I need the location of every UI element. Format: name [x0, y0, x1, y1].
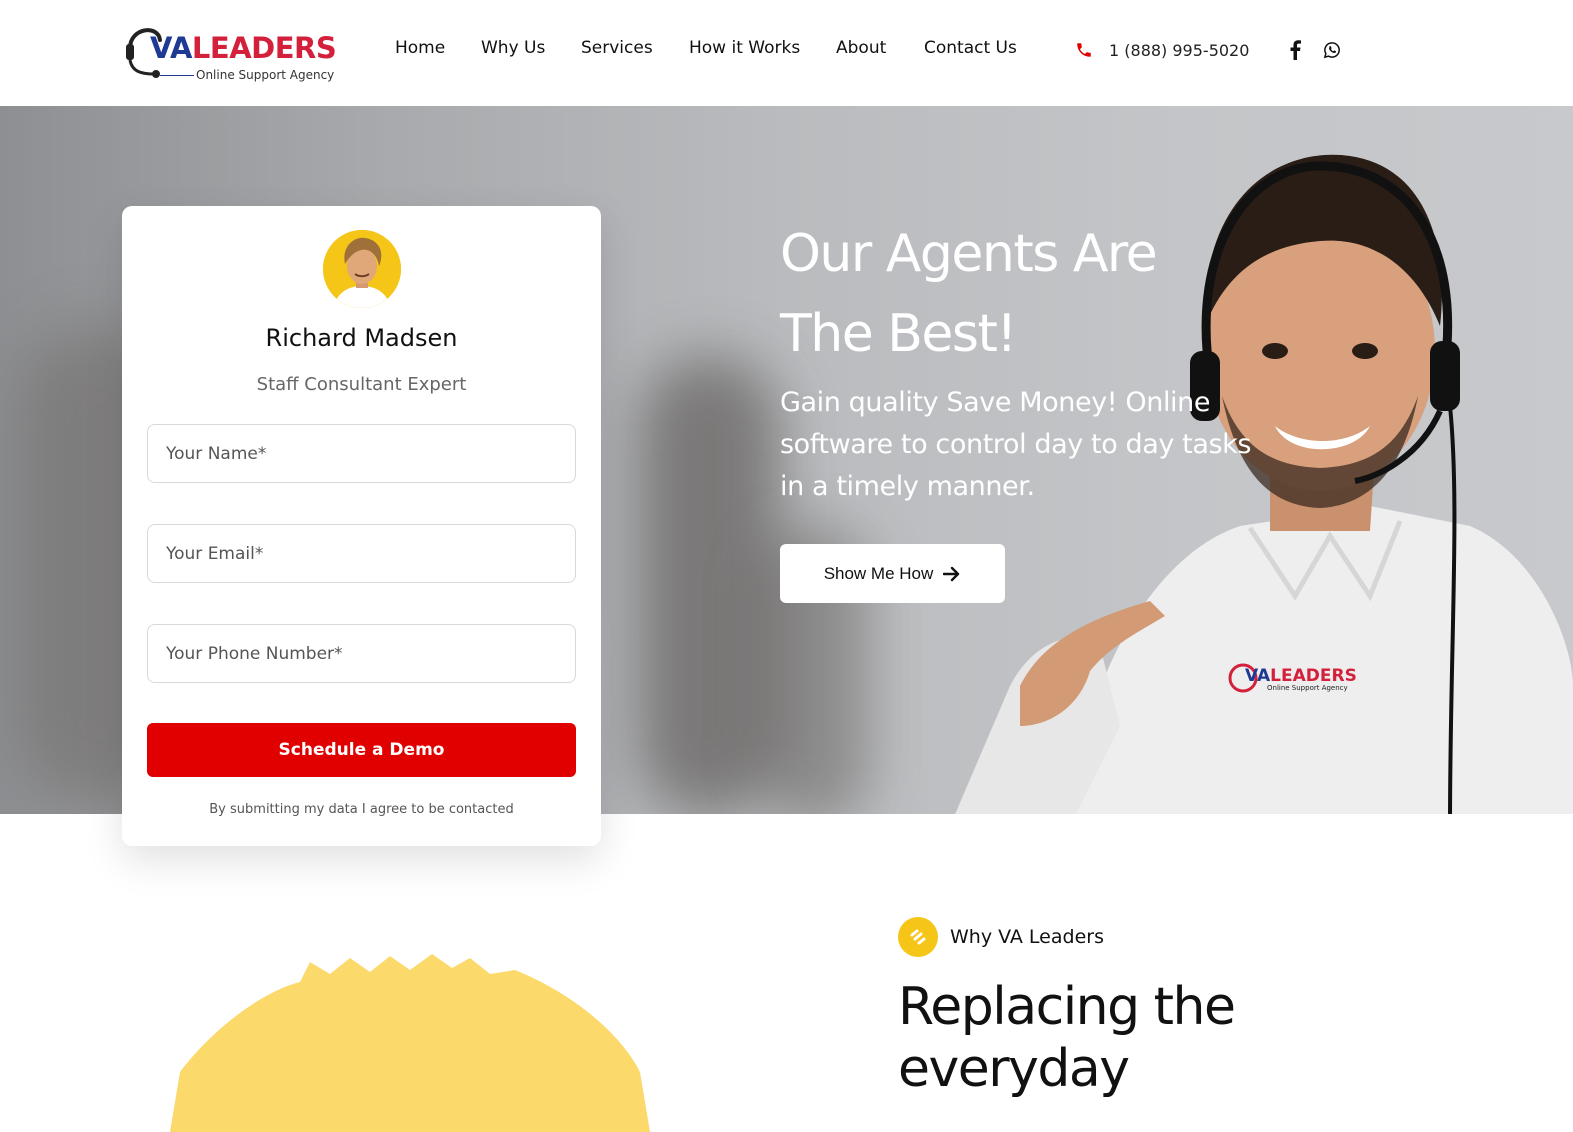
- shirt-logo-va: VA: [1245, 666, 1271, 686]
- background-blurred-figure: [640, 356, 780, 814]
- consultant-photo: [323, 230, 401, 308]
- decorative-yellow-blob: [170, 954, 650, 1132]
- facebook-link[interactable]: [1284, 39, 1306, 61]
- consultant-role: Staff Consultant Expert: [256, 374, 467, 395]
- hero-title-line-2: The Best!: [780, 304, 1017, 364]
- arrow-right-icon: [943, 566, 960, 581]
- why-section-title: Replacing the everyday: [898, 977, 1236, 1099]
- nav-home[interactable]: Home: [395, 38, 445, 58]
- header-phone[interactable]: 1 (888) 995-5020: [1075, 39, 1249, 61]
- consultant-avatar: [323, 230, 401, 308]
- brand-logo[interactable]: VALEADERS Online Support Agency: [124, 16, 340, 86]
- brand-name-va: VA: [150, 31, 192, 65]
- hero-title-line-1: Our Agents Are: [780, 224, 1158, 284]
- site-header: VALEADERS Online Support Agency Home Why…: [0, 0, 1573, 106]
- name-input[interactable]: [147, 424, 576, 483]
- nav-contact-us[interactable]: Contact Us: [924, 38, 1017, 58]
- brand-tagline: Online Support Agency: [196, 68, 335, 82]
- schedule-demo-button[interactable]: Schedule a Demo: [147, 723, 576, 777]
- brand-name-leaders: LEADERS: [191, 31, 337, 65]
- phone-icon: [1077, 43, 1091, 57]
- shirt-logo-tagline: Online Support Agency: [1267, 684, 1348, 692]
- nav-how-it-works[interactable]: How it Works: [689, 38, 800, 58]
- nav-services[interactable]: Services: [581, 38, 653, 58]
- shirt-logo-leaders: LEADERS: [1270, 666, 1357, 686]
- nav-about[interactable]: About: [836, 38, 886, 58]
- logo-pulse-line: [160, 75, 194, 76]
- demo-request-card: Richard Madsen Staff Consultant Expert S…: [122, 206, 601, 846]
- show-me-how-label: Show Me How: [823, 563, 934, 583]
- nav-why-us[interactable]: Why Us: [481, 38, 545, 58]
- why-section-label: Why VA Leaders: [950, 926, 1104, 948]
- whatsapp-link[interactable]: [1321, 39, 1343, 61]
- show-me-how-button[interactable]: Show Me How: [780, 544, 1005, 603]
- brand-wordmark: VALEADERS: [150, 31, 337, 65]
- facebook-icon: [1290, 40, 1301, 60]
- hero-title: Our Agents Are The Best!: [780, 214, 1158, 374]
- why-badge: [898, 917, 938, 957]
- consultant-name: Richard Madsen: [265, 324, 458, 352]
- sparkle-icon: [910, 929, 926, 945]
- whatsapp-icon: [1323, 42, 1340, 59]
- hero-subtitle: Gain quality Save Money! Online software…: [780, 387, 1252, 502]
- phone-number: 1 (888) 995-5020: [1109, 40, 1250, 60]
- email-input[interactable]: [147, 524, 576, 583]
- phone-input[interactable]: [147, 624, 576, 683]
- shirt-brand-logo: VALEADERS Online Support Agency: [1245, 668, 1357, 692]
- consent-note: By submitting my data I agree to be cont…: [209, 802, 514, 817]
